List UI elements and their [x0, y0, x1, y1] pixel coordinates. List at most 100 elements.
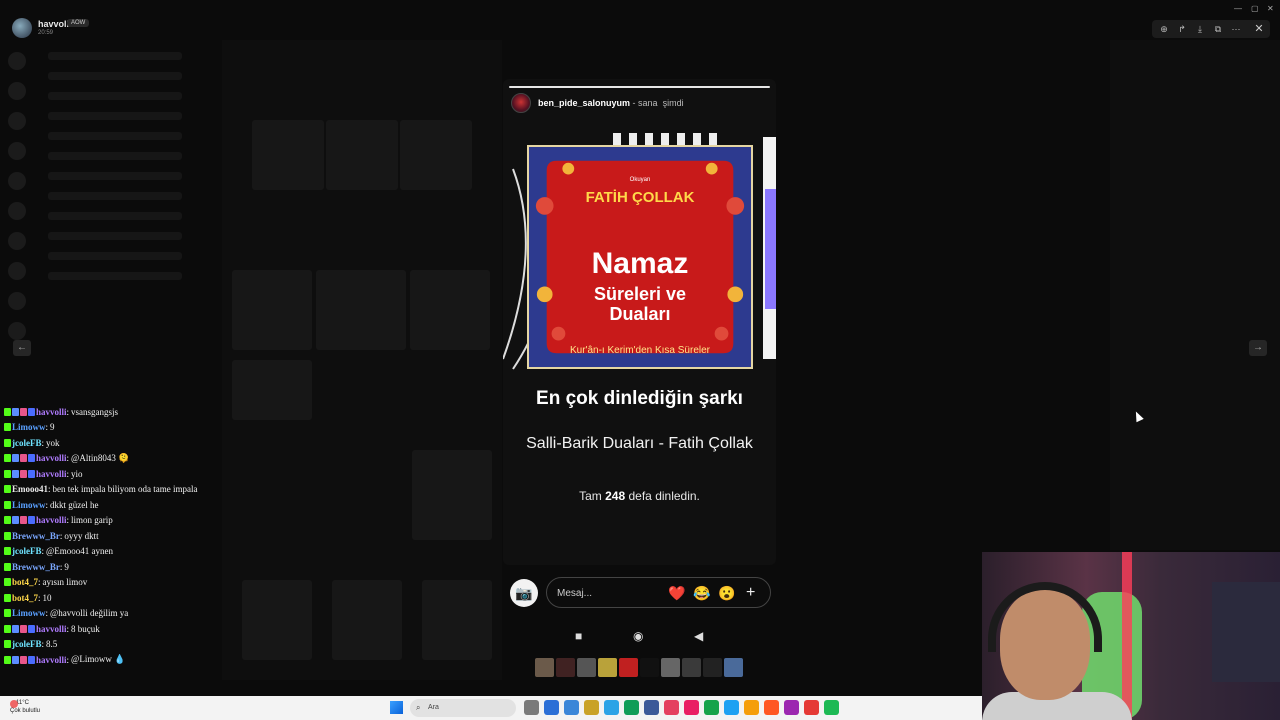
story-header: ben_pide_salonuyum - sana şimdi — [538, 98, 684, 108]
chat-text: yok — [46, 437, 60, 448]
taskbar-app-icon[interactable] — [644, 700, 659, 715]
taskbar-app-icon[interactable] — [544, 700, 559, 715]
wow-reaction-icon[interactable]: 😮 — [718, 584, 735, 602]
chat-username[interactable]: Brewww_Br — [12, 531, 60, 541]
chat-username[interactable]: jcoleFB — [12, 639, 42, 649]
chat-text: dkkt güzel he — [50, 499, 99, 510]
thumbnail[interactable] — [661, 658, 680, 677]
message-feed — [222, 40, 502, 680]
taskbar-app-icon[interactable] — [564, 700, 579, 715]
artwork-title-2: Süreleri ve Duaları — [593, 284, 687, 324]
taskbar-app-icon[interactable] — [704, 700, 719, 715]
chat-message: jcoleFB: yok — [4, 435, 234, 451]
plus-icon[interactable]: + — [746, 583, 755, 603]
taskbar-app-icon[interactable] — [784, 700, 799, 715]
chat-badge-icon — [28, 454, 35, 463]
chat-username[interactable]: Limoww — [12, 608, 46, 618]
chat-message: Limoww: @havvolli değilim ya — [4, 606, 234, 622]
taskbar-app-icon[interactable] — [684, 700, 699, 715]
chat-badge-icon — [4, 516, 11, 525]
chat-badge-icon — [4, 547, 11, 556]
thumbnail[interactable] — [640, 658, 659, 677]
recent-apps-icon[interactable]: ■ — [575, 629, 582, 643]
heart-reaction-icon[interactable]: ❤️ — [668, 584, 685, 602]
minimize-icon[interactable]: — — [1234, 4, 1242, 13]
chat-username[interactable]: havvolli — [36, 624, 67, 634]
download-icon[interactable]: ⤓ — [1191, 21, 1209, 37]
taskbar-app-icon[interactable] — [804, 700, 819, 715]
chat-username[interactable]: bot4_7 — [12, 593, 38, 603]
open-external-icon[interactable]: ⧉ — [1209, 21, 1227, 37]
chat-username[interactable]: havvolli — [36, 407, 67, 417]
chat-username[interactable]: havvolli — [36, 469, 67, 479]
thumbnail[interactable] — [556, 658, 575, 677]
prev-arrow-icon[interactable]: ← — [13, 340, 31, 356]
close-viewer-icon[interactable]: ✕ — [1250, 20, 1268, 38]
chat-username[interactable]: Limoww — [12, 422, 46, 432]
window-close-icon[interactable]: ✕ — [1267, 4, 1274, 13]
chat-badge-icon — [28, 624, 35, 633]
message-input[interactable] — [557, 585, 657, 601]
taskbar-app-icon[interactable] — [764, 700, 779, 715]
taskbar: 11°C Çok bulutlu ⌕ Ara — [0, 696, 982, 720]
chat-username[interactable]: havvolli — [36, 655, 67, 665]
taskbar-app-icon[interactable] — [744, 700, 759, 715]
chat-badge-icon — [12, 655, 19, 664]
taskbar-app-icon[interactable] — [664, 700, 679, 715]
taskbar-app-icon[interactable] — [524, 700, 539, 715]
thumbnail[interactable] — [724, 658, 743, 677]
maximize-icon[interactable]: ▢ — [1251, 4, 1259, 13]
taskbar-app-icon[interactable] — [584, 700, 599, 715]
thumbnail[interactable] — [703, 658, 722, 677]
chat-username[interactable]: Emooo41 — [12, 484, 48, 494]
chat-username[interactable]: Brewww_Br — [12, 562, 60, 572]
chat-badge-icon — [12, 624, 19, 633]
thumbnail[interactable] — [598, 658, 617, 677]
taskbar-app-icon[interactable] — [824, 700, 839, 715]
chat-badge-icon — [4, 531, 11, 540]
chat-username[interactable]: bot4_7 — [12, 577, 38, 587]
camera-icon[interactable]: 📷 — [510, 579, 538, 607]
chat-text: oyyy dktt — [64, 530, 99, 541]
story-progress-bar — [509, 86, 770, 88]
chat-username[interactable]: jcoleFB — [12, 438, 42, 448]
profile-time: 20:59 — [38, 30, 54, 36]
chat-badge-icon — [4, 609, 11, 618]
reply-bar: ❤️ 😂 😮 + — [546, 577, 771, 608]
chat-badge-icon — [12, 454, 19, 463]
taskbar-app-icon[interactable] — [724, 700, 739, 715]
home-icon[interactable]: ◉ — [633, 629, 643, 643]
chat-text: 8.5 — [46, 639, 58, 650]
taskbar-app-icon[interactable] — [604, 700, 619, 715]
zoom-in-icon[interactable]: ⊕ — [1155, 21, 1173, 37]
chat-message: bot4_7: ayısın limov — [4, 575, 234, 591]
thumbnail[interactable] — [682, 658, 701, 677]
laugh-reaction-icon[interactable]: 😂 — [693, 584, 710, 602]
chat-username[interactable]: Limoww — [12, 500, 46, 510]
weather-widget[interactable]: 11°C Çok bulutlu — [10, 699, 40, 715]
thumbnail[interactable] — [577, 658, 596, 677]
chat-message: havvolli: yio — [4, 466, 234, 482]
taskbar-app-icon[interactable] — [624, 700, 639, 715]
story-author[interactable]: ben_pide_salonuyum — [538, 98, 630, 108]
thumbnail[interactable] — [535, 658, 554, 677]
chat-username[interactable]: havvolli — [36, 453, 67, 463]
chat-badge-icon — [20, 469, 27, 478]
thumbnail[interactable] — [619, 658, 638, 677]
share-icon[interactable]: ↱ — [1173, 21, 1191, 37]
more-icon[interactable]: ⋯ — [1227, 21, 1245, 37]
chat-message: bot4_7: 10 — [4, 590, 234, 606]
chat-badge-icon — [12, 469, 19, 478]
taskbar-search[interactable]: ⌕ Ara — [410, 699, 516, 717]
chat-username[interactable]: havvolli — [36, 515, 67, 525]
story-author-avatar[interactable] — [511, 93, 531, 113]
artwork-title-1: Namaz — [591, 247, 689, 280]
windows-start-icon[interactable] — [390, 701, 403, 714]
back-icon[interactable]: ◀ — [694, 629, 703, 643]
next-arrow-icon[interactable]: → — [1249, 340, 1267, 356]
chat-badge-icon — [20, 655, 27, 664]
thumbnail-strip — [535, 658, 743, 677]
channel-sidebar — [40, 40, 190, 400]
avatar[interactable] — [12, 18, 32, 38]
chat-username[interactable]: jcoleFB — [12, 546, 42, 556]
